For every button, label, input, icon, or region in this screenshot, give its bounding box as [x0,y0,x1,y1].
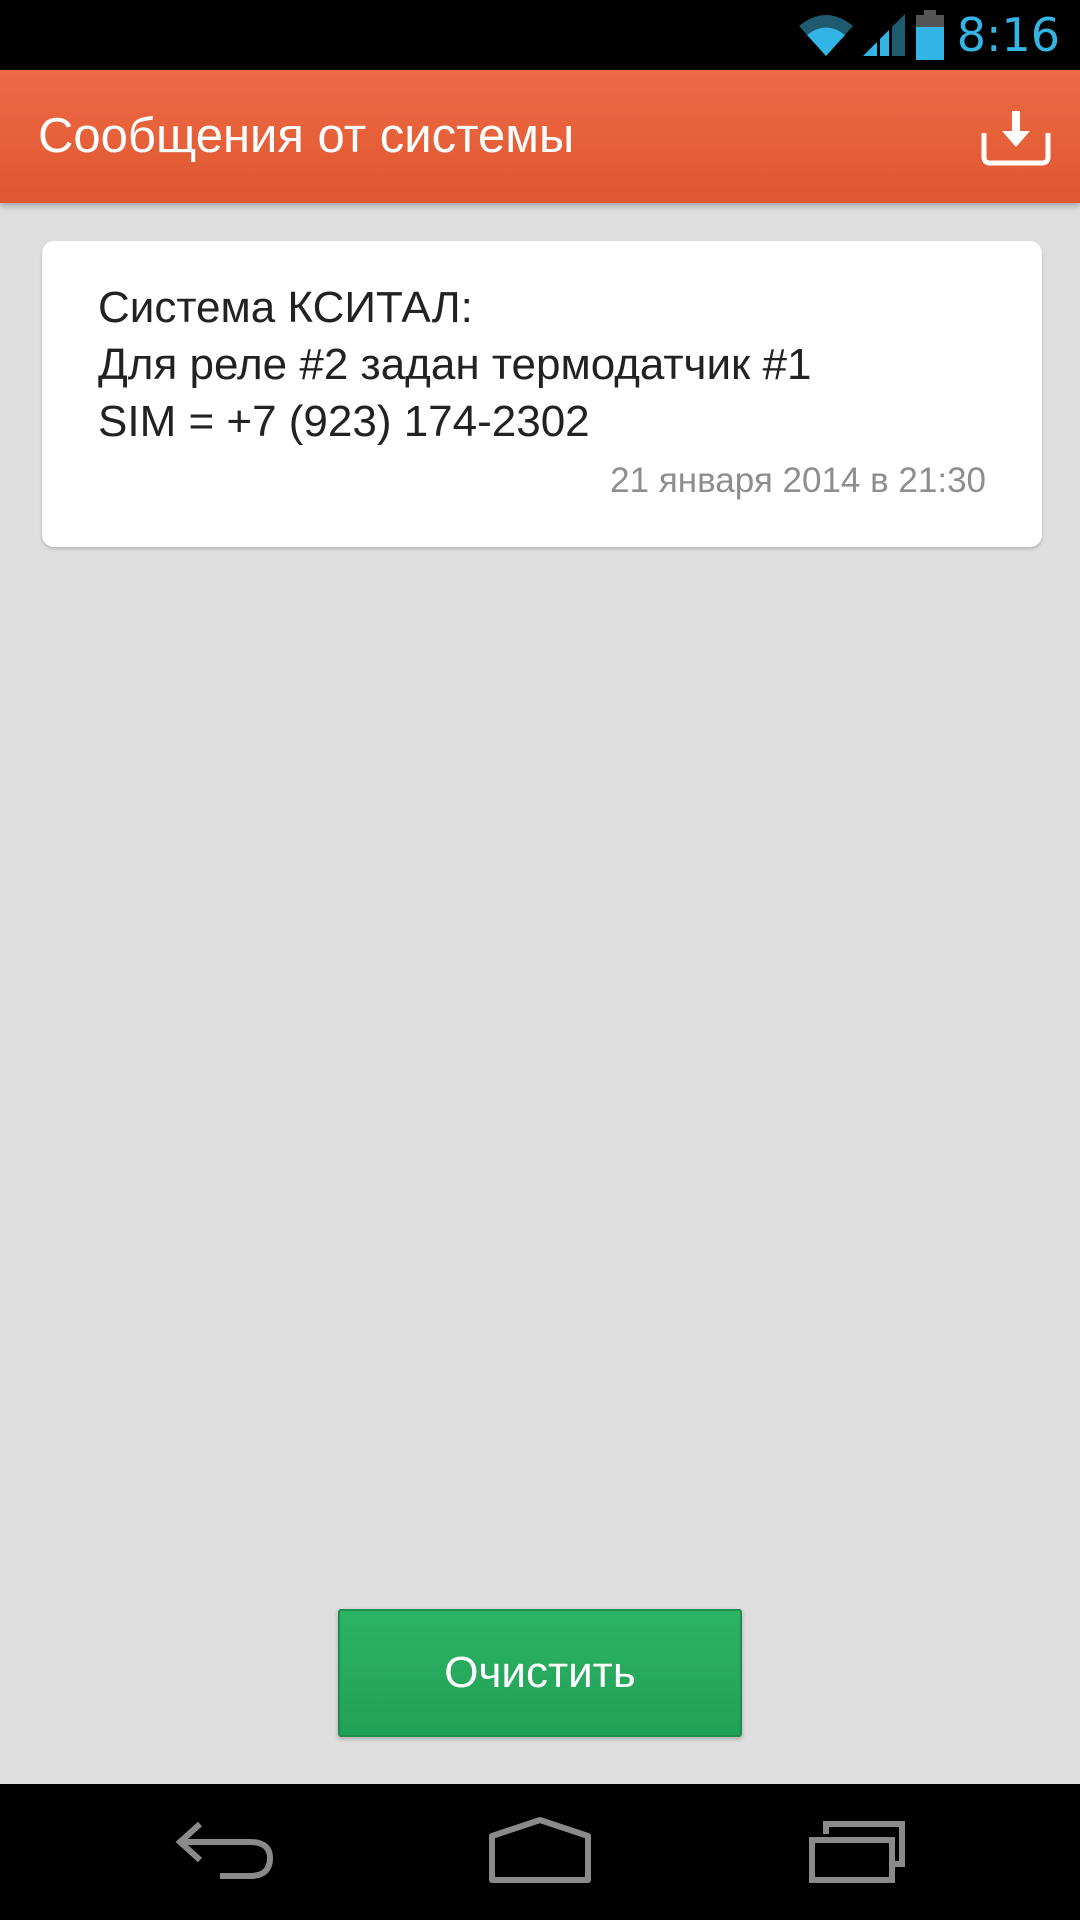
download-button[interactable] [980,107,1052,167]
recent-apps-icon [809,1821,905,1883]
home-icon [489,1817,591,1883]
signal-icon [862,12,905,58]
message-card: Система КСИТАЛ: Для реле #2 задан термод… [42,241,1042,547]
status-time: 8:16 [956,8,1060,62]
screen: 8:16 Сообщения от системы Система КСИТАЛ… [0,0,1080,1920]
back-button[interactable] [164,1806,284,1896]
clear-button[interactable]: Очистить [338,1609,742,1737]
navigation-bar [0,1784,1080,1920]
status-icons: 8:16 [797,6,1060,64]
status-bar: 8:16 [0,0,1080,70]
recent-apps-button[interactable] [798,1806,918,1896]
action-bar: Сообщения от системы [0,70,1080,203]
download-icon [981,111,1051,166]
wifi-icon [798,15,853,56]
page-title: Сообщения от системы [38,109,575,163]
back-icon [175,1821,274,1879]
home-button[interactable] [480,1806,600,1896]
message-date: 21 января 2014 в 21:30 [610,461,986,500]
battery-icon [915,10,944,60]
message-text: Система КСИТАЛ: Для реле #2 задан термод… [98,283,812,446]
